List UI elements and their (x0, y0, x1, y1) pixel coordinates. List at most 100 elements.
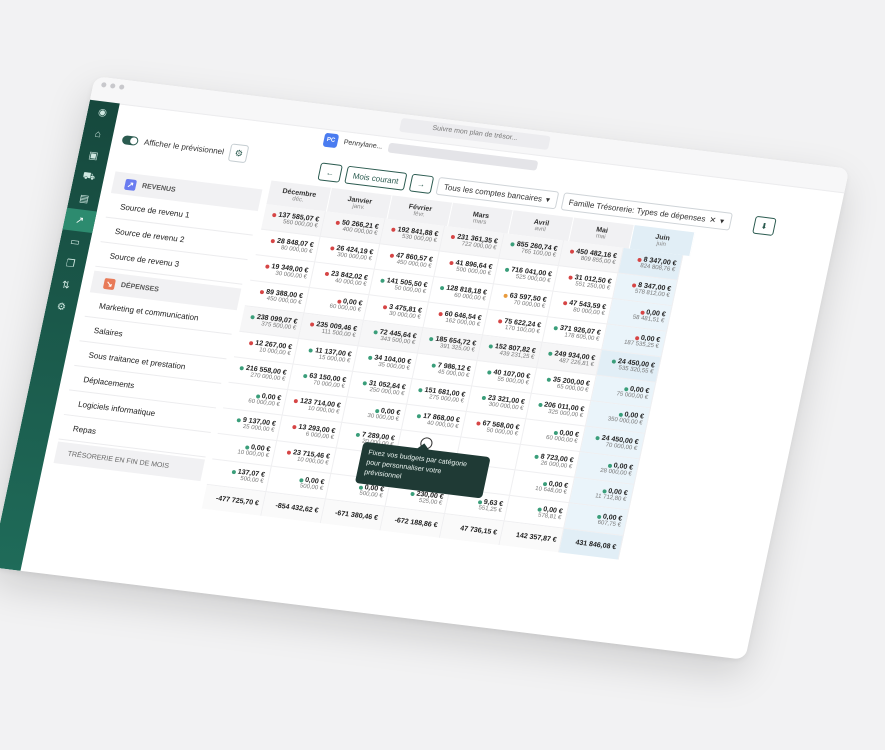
status-dot-icon (389, 253, 395, 258)
status-dot-icon (497, 318, 503, 324)
status-dot-icon (231, 469, 237, 474)
status-dot-icon (355, 432, 361, 437)
status-dot-icon (259, 289, 265, 294)
status-dot-icon (335, 220, 341, 225)
status-dot-icon (553, 325, 559, 330)
org-badge: PC (322, 132, 340, 149)
app-window: Suivre mon plan de trésor... ◉ ⌂ ▣ ⛟ ▤ ↗… (0, 76, 850, 660)
download-button[interactable]: ⬇ (752, 215, 777, 236)
gear-icon[interactable]: ⚙ (44, 294, 78, 319)
next-month-button[interactable]: → (408, 173, 435, 194)
status-dot-icon (410, 491, 415, 496)
arrow-up-icon: ↗ (123, 178, 138, 191)
status-dot-icon (488, 343, 494, 349)
clear-icon[interactable]: ✕ (709, 215, 718, 225)
status-dot-icon (308, 347, 314, 353)
status-dot-icon (380, 278, 386, 283)
status-dot-icon (639, 309, 645, 315)
status-dot-icon (477, 499, 483, 504)
chevron-down-icon: ▾ (719, 216, 726, 226)
status-dot-icon (298, 477, 304, 483)
chevron-down-icon: ▾ (545, 194, 551, 205)
browser-chrome: Suivre mon plan de trésor... (89, 76, 850, 194)
status-dot-icon (439, 285, 445, 290)
settings-button[interactable]: ⚙ (228, 143, 250, 164)
status-dot-icon (450, 234, 456, 239)
month-abbr: janv. (351, 203, 366, 211)
status-dot-icon (631, 282, 637, 288)
status-dot-icon (429, 336, 434, 341)
window-controls (100, 82, 125, 90)
status-dot-icon (504, 267, 510, 272)
status-dot-icon (330, 245, 335, 251)
status-dot-icon (601, 488, 607, 494)
status-dot-icon (637, 257, 642, 262)
status-dot-icon (548, 351, 553, 356)
month-abbr: févr. (412, 210, 426, 218)
status-dot-icon (302, 373, 308, 378)
arrow-down-icon: ↘ (102, 277, 117, 290)
status-dot-icon (607, 463, 613, 468)
status-dot-icon (596, 514, 602, 519)
status-dot-icon (537, 402, 543, 407)
forecast-label: Afficher le prévisionnel (143, 137, 225, 156)
status-dot-icon (373, 329, 379, 335)
status-dot-icon (248, 340, 254, 345)
status-dot-icon (536, 506, 542, 512)
status-dot-icon (418, 387, 424, 392)
status-dot-icon (546, 377, 552, 382)
status-dot-icon (623, 386, 629, 391)
org-name: Pennylane... (343, 138, 384, 151)
status-dot-icon (534, 454, 539, 459)
status-dot-icon (553, 430, 558, 435)
status-dot-icon (569, 248, 575, 254)
status-dot-icon (239, 365, 245, 371)
status-dot-icon (595, 435, 601, 440)
status-dot-icon (416, 413, 422, 418)
month-abbr: juin (655, 240, 667, 248)
status-dot-icon (503, 293, 509, 298)
status-dot-icon (236, 417, 242, 423)
expense-section-label: DÉPENSES (120, 281, 160, 294)
status-dot-icon (568, 274, 574, 280)
current-month-button[interactable]: Mois courant (344, 165, 408, 191)
status-dot-icon (286, 449, 292, 455)
minimize-dot-icon[interactable] (109, 83, 116, 89)
status-dot-icon (265, 263, 270, 269)
status-dot-icon (293, 398, 299, 403)
status-dot-icon (336, 298, 342, 304)
status-dot-icon (292, 424, 297, 429)
status-dot-icon (476, 420, 481, 426)
maximize-dot-icon[interactable] (118, 84, 125, 90)
status-dot-icon (255, 393, 261, 399)
status-dot-icon (562, 300, 568, 305)
status-dot-icon (250, 314, 256, 319)
status-dot-icon (391, 227, 397, 232)
status-dot-icon (244, 444, 250, 450)
status-dot-icon (542, 481, 548, 486)
forecast-grid: Décembre déc. Janvier janv. Février févr. Mars… (201, 180, 696, 560)
status-dot-icon (611, 358, 617, 364)
revenue-section-label: REVENUS (141, 182, 177, 194)
status-dot-icon (374, 408, 380, 413)
month-abbr: avril (534, 225, 547, 233)
status-dot-icon (634, 335, 640, 340)
status-dot-icon (324, 271, 330, 276)
status-dot-icon (367, 355, 373, 360)
status-dot-icon (618, 412, 623, 417)
prev-month-button[interactable]: ← (317, 162, 343, 183)
month-abbr: déc. (291, 195, 305, 204)
status-dot-icon (487, 369, 492, 375)
status-dot-icon (309, 321, 315, 327)
status-dot-icon (431, 362, 437, 368)
status-dot-icon (362, 380, 368, 386)
month-abbr: mai (595, 233, 607, 241)
status-dot-icon (438, 311, 444, 316)
status-dot-icon (272, 212, 277, 217)
status-dot-icon (481, 395, 487, 400)
close-dot-icon[interactable] (100, 82, 107, 88)
forecast-toggle-row: Afficher le prévisionnel ⚙ (121, 130, 250, 164)
month-abbr: mars (472, 217, 487, 226)
status-dot-icon (270, 238, 276, 243)
forecast-switch[interactable] (121, 134, 140, 146)
